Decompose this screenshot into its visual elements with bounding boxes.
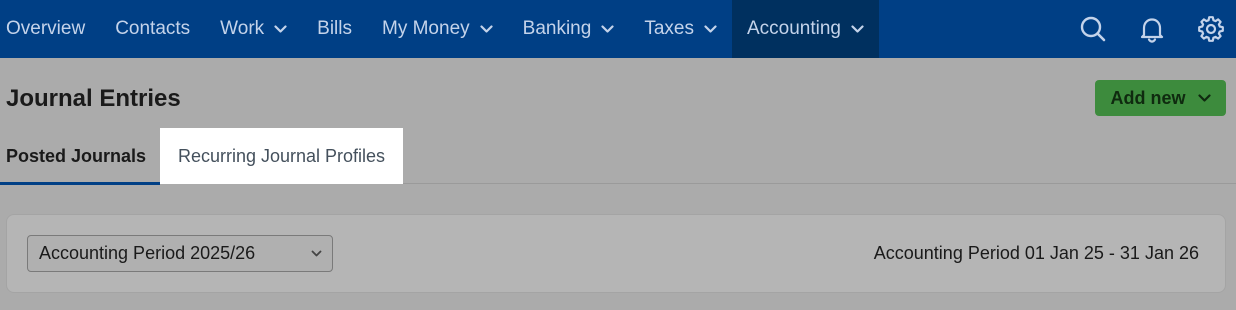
nav-item-label: My Money (382, 18, 470, 39)
nav-item-bills[interactable]: Bills (302, 0, 367, 58)
accounting-period-select[interactable]: Accounting Period 2025/26 (27, 235, 333, 272)
nav-item-label: Contacts (115, 18, 191, 39)
nav-item-label: Bills (317, 18, 352, 39)
nav-item-label: Overview (6, 18, 86, 39)
filter-card: Accounting Period 2025/26 Accounting Per… (6, 214, 1226, 293)
nav-item-overview[interactable]: Overview (0, 0, 100, 58)
tab-recurring-journal-profiles[interactable]: Recurring Journal Profiles (160, 128, 403, 184)
chevron-down-icon (601, 24, 614, 34)
nav-item-contacts[interactable]: Contacts (100, 0, 205, 58)
nav-item-taxes[interactable]: Taxes (629, 0, 732, 58)
nav-item-work[interactable]: Work (205, 0, 302, 58)
nav-icons (1078, 0, 1236, 58)
search-icon[interactable] (1078, 14, 1108, 44)
tab-posted-journals[interactable]: Posted Journals (0, 128, 160, 185)
chevron-down-icon (704, 24, 717, 34)
nav-item-accounting[interactable]: Accounting (731, 0, 879, 58)
bell-icon[interactable] (1137, 14, 1167, 44)
page-title: Journal Entries (6, 85, 181, 112)
tab-label: Recurring Journal Profiles (177, 145, 386, 166)
tab-active-indicator (0, 182, 160, 185)
accounting-period-value: Accounting Period 2025/26 (39, 243, 256, 263)
nav-item-label: Accounting (746, 18, 841, 39)
chevron-down-icon (274, 24, 287, 34)
nav-item-my-money[interactable]: My Money (367, 0, 508, 58)
accounting-period-range: Accounting Period 01 Jan 25 - 31 Jan 26 (873, 243, 1199, 263)
chevron-down-icon (851, 24, 864, 34)
chevron-down-icon (1197, 93, 1211, 103)
nav-item-label: Taxes (644, 18, 694, 39)
nav-item-label: Banking (522, 18, 592, 39)
add-new-button[interactable]: Add new (1095, 80, 1226, 116)
gear-icon[interactable] (1196, 14, 1226, 44)
chevron-down-icon (480, 24, 493, 34)
nav-item-banking[interactable]: Banking (508, 0, 630, 58)
top-nav: Overview Contacts Work Bills My Money Ba… (0, 0, 1236, 58)
nav-item-label: Work (220, 18, 265, 39)
add-new-label: Add new (1110, 87, 1186, 108)
chevron-down-icon (311, 250, 322, 258)
tab-label: Posted Journals (6, 145, 147, 166)
